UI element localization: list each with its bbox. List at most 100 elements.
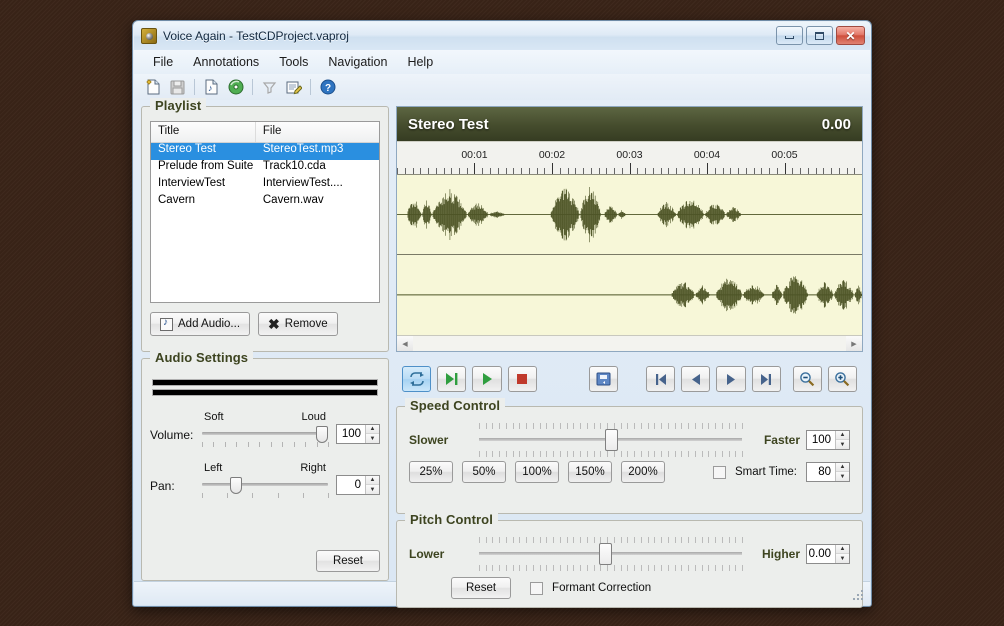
- waveform-channel-left[interactable]: [397, 175, 862, 255]
- save-project-icon[interactable]: [167, 77, 188, 97]
- pitch-reset-button[interactable]: Reset: [451, 577, 511, 599]
- previous-button[interactable]: [681, 366, 710, 392]
- scroll-right-icon[interactable]: ▶: [846, 336, 862, 351]
- menu-item-file[interactable]: File: [144, 52, 182, 72]
- table-row[interactable]: Prelude from Suite No.1... Track10.cda: [151, 160, 379, 177]
- menu-item-tools[interactable]: Tools: [270, 52, 317, 72]
- pan-slider[interactable]: [202, 476, 328, 492]
- spin-down-icon[interactable]: ▼: [366, 434, 379, 443]
- waveform-scrollbar[interactable]: ◀ ▶: [397, 335, 862, 351]
- ruler-tick: [467, 168, 468, 174]
- smart-time-spin-arrows[interactable]: ▲▼: [835, 463, 849, 481]
- pitch-slider[interactable]: [471, 535, 750, 573]
- spin-down-icon[interactable]: ▼: [836, 554, 849, 563]
- audio-reset-button[interactable]: Reset: [316, 550, 380, 572]
- ruler-tick: [800, 168, 801, 174]
- table-row[interactable]: Stereo Test StereoTest.mp3: [151, 143, 379, 160]
- pitch-spin-arrows[interactable]: ▲▼: [835, 545, 849, 563]
- ruler-tick: [854, 168, 855, 174]
- ruler-tick: [451, 168, 452, 174]
- toolbar-separator: [194, 79, 195, 95]
- formant-correction-checkbox[interactable]: [530, 582, 543, 595]
- edit-annotation-icon[interactable]: [283, 77, 304, 97]
- column-header-title[interactable]: Title: [151, 122, 256, 142]
- spin-up-icon[interactable]: ▲: [836, 463, 849, 472]
- close-icon: ✖: [268, 317, 280, 331]
- table-row[interactable]: Cavern Cavern.wav: [151, 194, 379, 211]
- pan-max-label: Right: [300, 462, 326, 474]
- spin-down-icon[interactable]: ▼: [836, 472, 849, 481]
- maximize-button[interactable]: [806, 26, 833, 45]
- spin-up-icon[interactable]: ▲: [366, 476, 379, 485]
- ruler-tick: [474, 163, 475, 174]
- zoom-out-button[interactable]: [793, 366, 822, 392]
- bookmark-save-button[interactable]: [589, 366, 618, 392]
- pan-spin-arrows[interactable]: ▲▼: [365, 476, 379, 494]
- ruler-tick: [591, 168, 592, 174]
- ruler-tick: [622, 168, 623, 174]
- speed-thumb[interactable]: [605, 429, 618, 451]
- speed-slider[interactable]: [471, 421, 750, 459]
- resize-grip-icon[interactable]: [850, 587, 864, 601]
- spin-up-icon[interactable]: ▲: [836, 545, 849, 554]
- new-project-icon[interactable]: [143, 77, 164, 97]
- row-file: Track10.cda: [256, 160, 379, 177]
- play-step-button[interactable]: [437, 366, 466, 392]
- speed-preset-150[interactable]: 150%: [568, 461, 612, 483]
- spin-up-icon[interactable]: ▲: [836, 431, 849, 440]
- close-button[interactable]: ✕: [836, 26, 865, 45]
- ruler-tick: [769, 168, 770, 174]
- add-audio-button[interactable]: Add Audio...: [150, 312, 250, 336]
- pan-stepper[interactable]: 0 ▲▼: [336, 475, 380, 495]
- pan-thumb[interactable]: [230, 477, 242, 494]
- import-cd-icon[interactable]: [225, 77, 246, 97]
- speed-preset-50[interactable]: 50%: [462, 461, 506, 483]
- volume-control: Volume: Soft Loud 100: [150, 411, 380, 450]
- waveform-header: Stereo Test 0.00: [397, 107, 862, 141]
- skip-to-start-button[interactable]: [646, 366, 675, 392]
- play-button[interactable]: [472, 366, 501, 392]
- waveform-channel-right[interactable]: [397, 255, 862, 335]
- playlist-table[interactable]: Title File Stereo Test StereoTest.mp3 Pr…: [150, 121, 380, 303]
- menu-item-help[interactable]: Help: [398, 52, 442, 72]
- pan-min-label: Left: [204, 462, 222, 474]
- speed-preset-25[interactable]: 25%: [409, 461, 453, 483]
- zoom-in-button[interactable]: [828, 366, 857, 392]
- loop-button[interactable]: [402, 366, 431, 392]
- column-header-file[interactable]: File: [256, 122, 379, 142]
- spin-down-icon[interactable]: ▼: [366, 485, 379, 494]
- speed-spin-arrows[interactable]: ▲▼: [835, 431, 849, 449]
- menu-item-navigation[interactable]: Navigation: [319, 52, 396, 72]
- speed-min-label: Slower: [409, 433, 467, 447]
- skip-to-end-button[interactable]: [752, 366, 781, 392]
- volume-thumb[interactable]: [316, 426, 328, 443]
- menu-item-annotations[interactable]: Annotations: [184, 52, 268, 72]
- pitch-stepper[interactable]: 0.00 ▲▼: [806, 544, 850, 564]
- smart-time-stepper[interactable]: 80 ▲▼: [806, 462, 850, 482]
- volume-slider[interactable]: [202, 425, 328, 441]
- timeline-ruler[interactable]: 00:0100:0200:0300:0400:05: [397, 141, 862, 175]
- speed-stepper[interactable]: 100 ▲▼: [806, 430, 850, 450]
- ruler-tick: [746, 168, 747, 174]
- smart-time-checkbox[interactable]: [713, 466, 726, 479]
- filter-icon[interactable]: [259, 77, 280, 97]
- speed-preset-100[interactable]: 100%: [515, 461, 559, 483]
- scroll-left-icon[interactable]: ◀: [397, 336, 413, 351]
- pitch-thumb[interactable]: [599, 543, 612, 565]
- volume-spin-arrows[interactable]: ▲▼: [365, 425, 379, 443]
- ruler-tick: [506, 168, 507, 174]
- help-icon[interactable]: ?: [317, 77, 338, 97]
- stop-button[interactable]: [508, 366, 537, 392]
- speed-preset-200[interactable]: 200%: [621, 461, 665, 483]
- ruler-tick: [862, 163, 863, 174]
- minimize-button[interactable]: [776, 26, 803, 45]
- volume-stepper[interactable]: 100 ▲▼: [336, 424, 380, 444]
- scrollbar-track[interactable]: [413, 336, 846, 351]
- remove-button[interactable]: ✖ Remove: [258, 312, 338, 336]
- add-audio-icon[interactable]: ♪: [201, 77, 222, 97]
- next-button[interactable]: [716, 366, 745, 392]
- spin-up-icon[interactable]: ▲: [366, 425, 379, 434]
- spin-down-icon[interactable]: ▼: [836, 440, 849, 449]
- table-row[interactable]: InterviewTest InterviewTest....: [151, 177, 379, 194]
- ruler-tick: [723, 168, 724, 174]
